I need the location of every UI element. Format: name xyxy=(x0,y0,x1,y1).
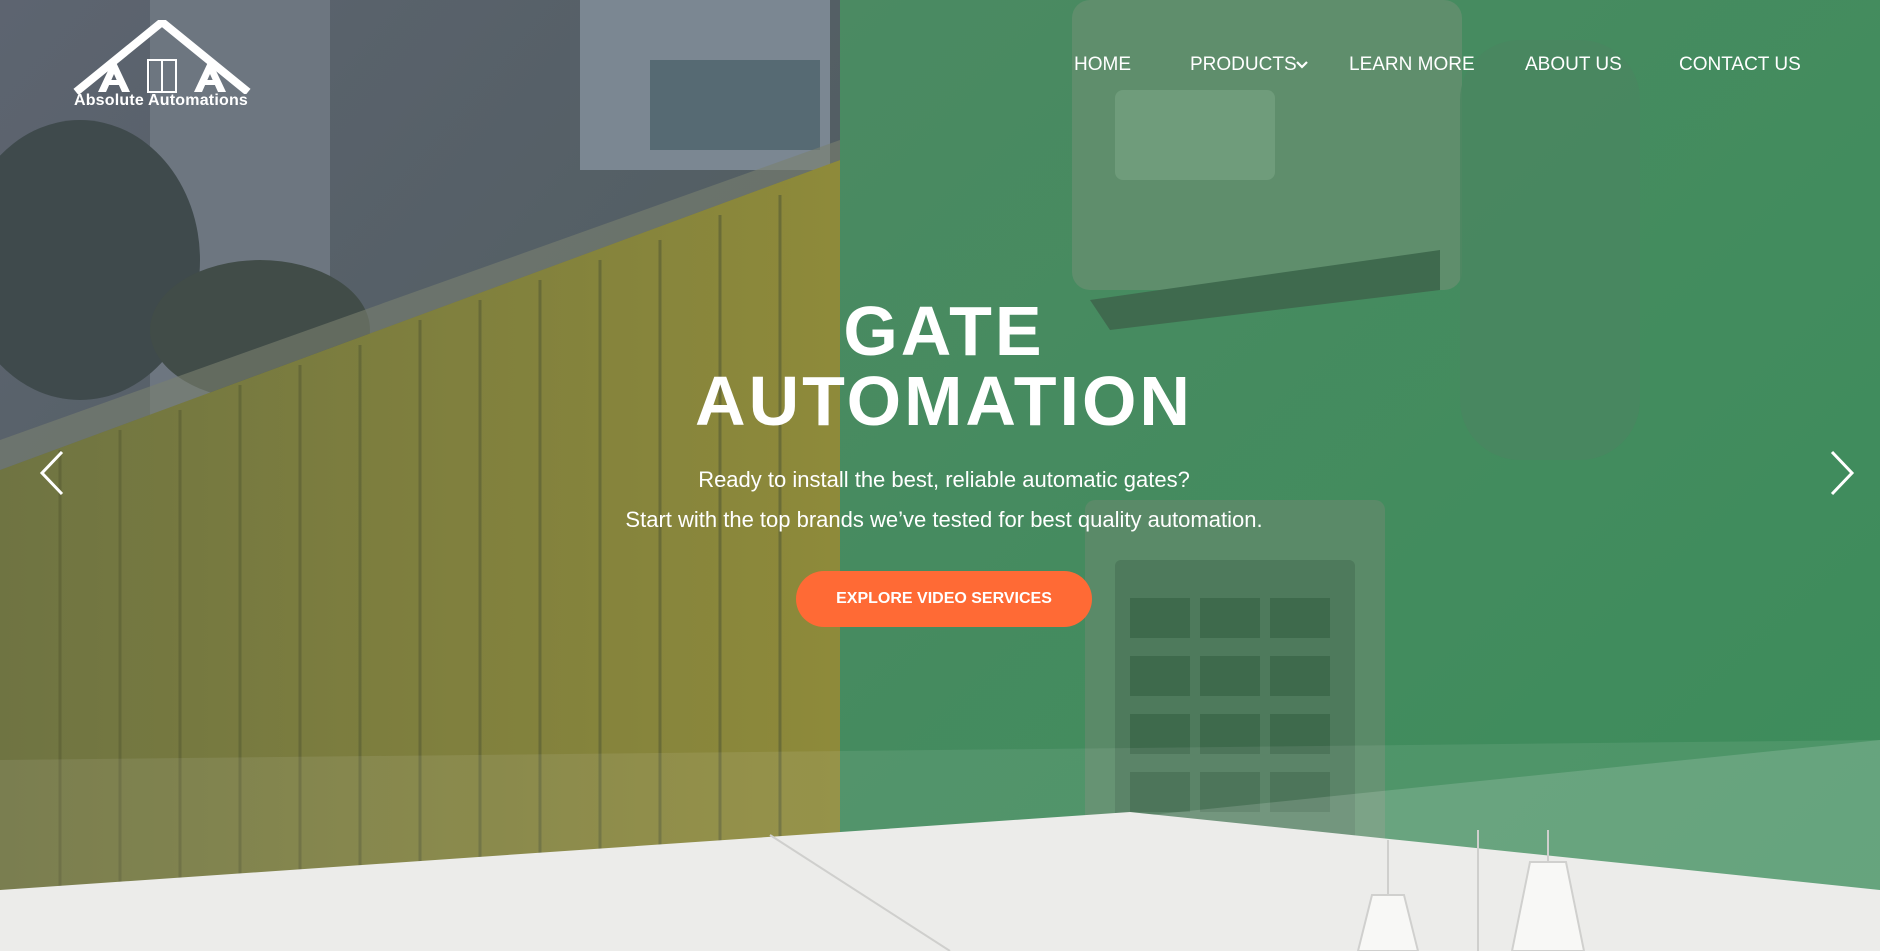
nav-learn-more[interactable]: LEARN MORE xyxy=(1349,52,1475,78)
slider-prev-button[interactable] xyxy=(34,448,74,498)
nav-contact-us[interactable]: CONTACT US xyxy=(1679,52,1801,78)
nav-products[interactable]: PRODUCTS xyxy=(1190,52,1297,78)
hero-title-line-1: GATE xyxy=(843,292,1045,370)
slider-next-button[interactable] xyxy=(1820,448,1860,498)
hero-title: GATE AUTOMATION xyxy=(540,296,1348,436)
hero-slider: Absolute Automations HOME PRODUCTS LEARN… xyxy=(0,0,1880,951)
hero-title-line-2: AUTOMATION xyxy=(695,362,1193,440)
chevron-down-icon[interactable] xyxy=(1292,52,1312,78)
nav-about-us[interactable]: ABOUT US xyxy=(1525,52,1622,78)
main-nav: HOME PRODUCTS LEARN MORE ABOUT US CONTAC… xyxy=(0,52,1880,82)
hero-subtitle-line-1: Ready to install the best, reliable auto… xyxy=(698,467,1190,492)
chevron-left-icon xyxy=(39,450,64,496)
chevron-right-icon xyxy=(1830,450,1855,496)
nav-home[interactable]: HOME xyxy=(1074,52,1131,78)
explore-video-services-button[interactable]: EXPLORE VIDEO SERVICES xyxy=(796,571,1092,627)
brand-name: Absolute Automations xyxy=(73,92,249,109)
hero-subtitle-line-2: Start with the top brands we’ve tested f… xyxy=(625,507,1263,532)
